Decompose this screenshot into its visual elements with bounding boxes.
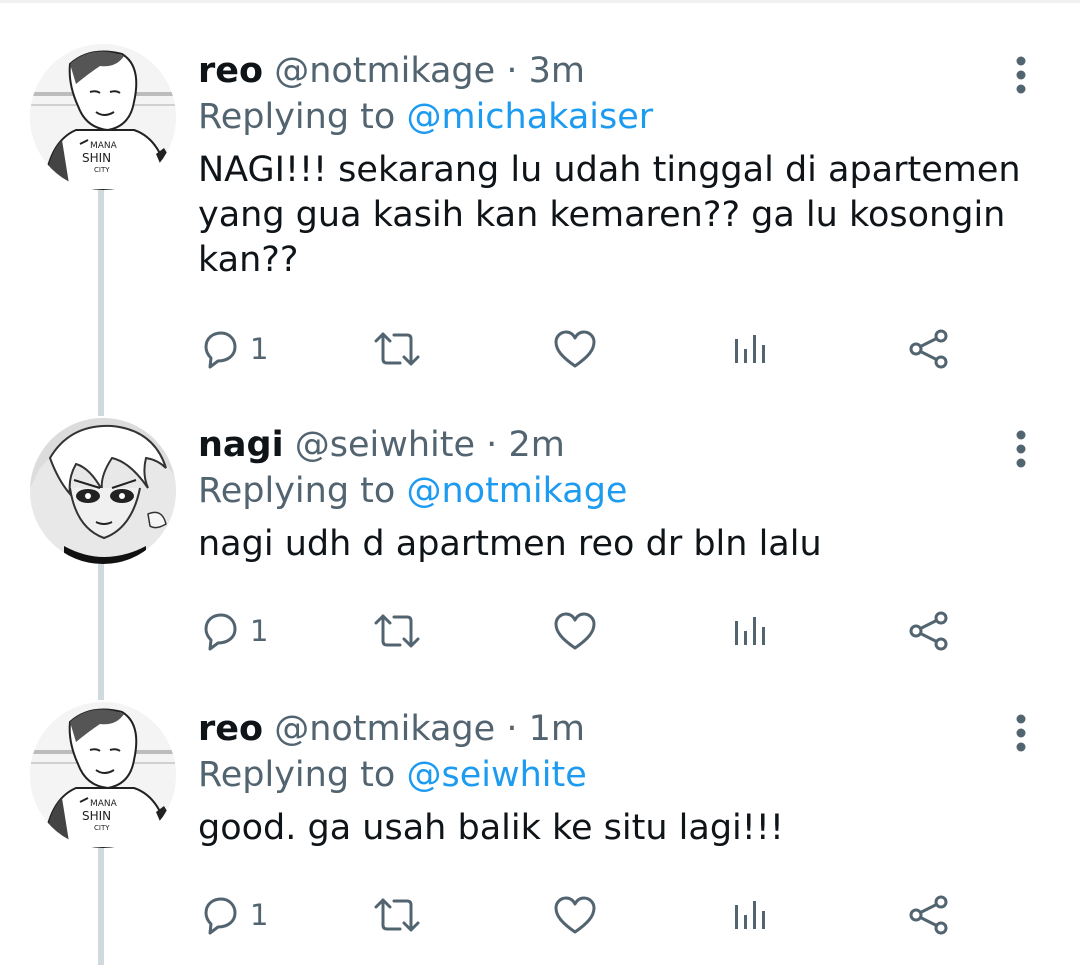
tweet-text-line: nagi udh d apartmen reo dr bln lalu: [198, 524, 822, 564]
views-icon: [735, 901, 765, 929]
views-icon: [735, 617, 765, 645]
retweet-button[interactable]: [372, 606, 422, 656]
reply-button[interactable]: 1: [198, 890, 268, 940]
jersey-text-2: SHIN: [82, 809, 111, 823]
reply-button[interactable]: 1: [198, 324, 268, 374]
reply-count: 1: [250, 332, 269, 366]
share-icon: [909, 329, 948, 369]
separator-dot: ·: [506, 709, 518, 749]
replying-to-label: Replying to: [198, 97, 396, 137]
reply-icon: [204, 897, 237, 935]
display-name[interactable]: reo: [198, 709, 263, 749]
views-button[interactable]: [730, 324, 770, 374]
share-button[interactable]: [906, 890, 952, 940]
views-button[interactable]: [730, 606, 770, 656]
replying-to: Replying to @michakaiser: [198, 94, 653, 140]
tweet[interactable]: nagi @seiwhite · 2m Replying to @notmika…: [0, 418, 1080, 678]
jersey-text-3: CITY: [94, 824, 110, 832]
replying-to-label: Replying to: [198, 755, 396, 795]
avatar[interactable]: MANA SHIN CITY: [30, 44, 176, 190]
tweet-text: good. ga usah balik ke situ lagi!!!: [198, 806, 1028, 851]
tweet-actions: 1: [198, 606, 998, 656]
tweet-text-line: kan??: [198, 240, 299, 280]
tweet-header: reo @notmikage · 1m: [198, 706, 585, 752]
more-options-button[interactable]: [1004, 710, 1038, 756]
heart-icon: [554, 330, 596, 368]
tweet-text-line: good. ga usah balik ke situ lagi!!!: [198, 808, 784, 848]
display-name[interactable]: reo: [198, 51, 263, 91]
like-button[interactable]: [552, 890, 598, 940]
more-vertical-icon: [1016, 430, 1026, 468]
separator-dot: ·: [506, 51, 518, 91]
tweet[interactable]: MANA SHIN CITY reo @notmikage · 3m Reply…: [0, 44, 1080, 384]
tweet[interactable]: MANA SHIN CITY reo @notmikage · 1m Reply…: [0, 702, 1080, 965]
display-name[interactable]: nagi: [198, 425, 284, 465]
like-button[interactable]: [552, 606, 598, 656]
avatar-reo-image: MANA SHIN CITY: [30, 702, 176, 848]
share-icon: [909, 611, 948, 651]
replying-to-mention[interactable]: @notmikage: [406, 471, 627, 511]
top-divider: [0, 0, 1080, 3]
more-options-button[interactable]: [1004, 426, 1038, 472]
jersey-text-1: MANA: [90, 799, 118, 809]
share-button[interactable]: [906, 606, 952, 656]
tweet-text-line: NAGI!!! sekarang lu udah tinggal di apar…: [198, 150, 1021, 190]
heart-icon: [554, 612, 596, 650]
replying-to-mention[interactable]: @michakaiser: [406, 97, 653, 137]
reply-icon: [204, 331, 237, 369]
replying-to: Replying to @seiwhite: [198, 752, 587, 798]
share-button[interactable]: [906, 324, 952, 374]
user-handle[interactable]: @seiwhite: [295, 425, 475, 465]
share-icon: [909, 895, 948, 935]
retweet-icon: [374, 898, 420, 932]
replying-to-mention[interactable]: @seiwhite: [406, 755, 586, 795]
heart-icon: [554, 896, 596, 934]
replying-to-label: Replying to: [198, 471, 396, 511]
views-button[interactable]: [730, 890, 770, 940]
avatar-reo-image: MANA SHIN CITY: [30, 44, 176, 190]
more-vertical-icon: [1016, 714, 1026, 752]
timestamp[interactable]: 2m: [508, 425, 564, 465]
avatar-nagi-image: [30, 418, 176, 564]
like-button[interactable]: [552, 324, 598, 374]
reply-icon: [204, 613, 237, 651]
more-vertical-icon: [1016, 56, 1026, 94]
retweet-button[interactable]: [372, 324, 422, 374]
retweet-button[interactable]: [372, 890, 422, 940]
jersey-text-3: CITY: [94, 166, 110, 174]
jersey-text-2: SHIN: [82, 151, 111, 165]
avatar[interactable]: [30, 418, 176, 564]
tweet-header: reo @notmikage · 3m: [198, 48, 585, 94]
timestamp[interactable]: 3m: [529, 51, 585, 91]
reply-count: 1: [250, 898, 269, 932]
tweet-actions: 1: [198, 890, 998, 940]
separator-dot: ·: [486, 425, 498, 465]
avatar[interactable]: MANA SHIN CITY: [30, 702, 176, 848]
user-handle[interactable]: @notmikage: [274, 51, 495, 91]
more-options-button[interactable]: [1004, 52, 1038, 98]
timestamp[interactable]: 1m: [529, 709, 585, 749]
user-handle[interactable]: @notmikage: [274, 709, 495, 749]
tweet-header: nagi @seiwhite · 2m: [198, 422, 565, 468]
tweet-actions: 1: [198, 324, 998, 374]
views-icon: [735, 335, 765, 363]
retweet-icon: [374, 614, 420, 648]
tweet-text-line: yang gua kasih kan kemaren?? ga lu koson…: [198, 195, 1006, 235]
tweet-text: NAGI!!! sekarang lu udah tinggal di apar…: [198, 148, 1028, 283]
jersey-text-1: MANA: [90, 141, 118, 151]
tweet-text: nagi udh d apartmen reo dr bln lalu: [198, 522, 1028, 567]
reply-button[interactable]: 1: [198, 606, 268, 656]
replying-to: Replying to @notmikage: [198, 468, 627, 514]
reply-count: 1: [250, 614, 269, 648]
retweet-icon: [374, 332, 420, 366]
